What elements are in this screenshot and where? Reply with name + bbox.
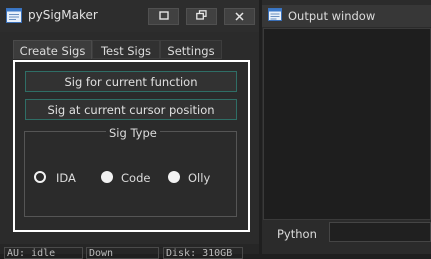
radio-olly[interactable] — [168, 171, 180, 183]
restore-icon — [196, 10, 207, 23]
tab-test-sigs[interactable]: Test Sigs — [92, 40, 160, 59]
radio-code[interactable] — [101, 171, 113, 183]
output-window-title: Output window — [288, 9, 376, 23]
sig-current-function-button[interactable]: Sig for current function — [25, 71, 237, 92]
status-autoanalysis: AU: idle — [4, 247, 83, 259]
maximize-icon — [158, 10, 169, 23]
radio-code-label[interactable]: Code — [121, 171, 150, 185]
python-command-input[interactable] — [329, 222, 431, 242]
restore-button[interactable] — [186, 8, 217, 25]
sig-type-group-title: Sig Type — [106, 126, 160, 140]
maximize-button[interactable] — [148, 8, 179, 25]
sig-cursor-position-button[interactable]: Sig at current cursor position — [25, 99, 237, 120]
output-window-icon — [268, 8, 282, 21]
close-button[interactable] — [224, 8, 255, 25]
status-disk-space: Disk: 310GB — [163, 247, 243, 259]
radio-olly-label[interactable]: Olly — [188, 171, 210, 185]
dialog-title: pySigMaker — [28, 8, 98, 22]
radio-ida-label[interactable]: IDA — [56, 171, 76, 185]
app-window-icon — [6, 8, 22, 23]
status-scroll-direction: Down — [86, 247, 159, 259]
output-text-area[interactable] — [263, 28, 431, 220]
python-prompt-label: Python — [277, 227, 317, 241]
close-icon — [235, 9, 244, 25]
tab-settings[interactable]: Settings — [160, 40, 222, 59]
tab-create-sigs[interactable]: Create Sigs — [13, 40, 92, 59]
radio-ida[interactable] — [34, 171, 46, 183]
